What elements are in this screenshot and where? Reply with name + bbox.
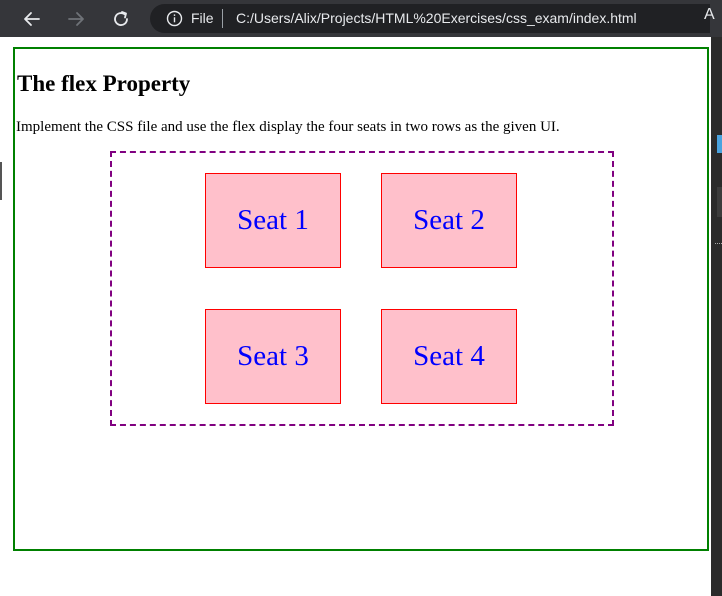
right-window-edge xyxy=(711,37,722,596)
seat-1: Seat 1 xyxy=(205,173,341,268)
info-icon[interactable] xyxy=(166,10,183,27)
edge-blip xyxy=(717,187,722,217)
url-text[interactable]: C:/Users/Alix/Projects/HTML%20Exercises/… xyxy=(236,10,637,26)
address-separator xyxy=(222,9,223,28)
edge-mark xyxy=(0,162,2,200)
seat-2: Seat 2 xyxy=(381,173,517,268)
seat-4: Seat 4 xyxy=(381,309,517,404)
back-icon xyxy=(24,12,40,26)
reader-mode-icon[interactable]: A xyxy=(704,6,722,30)
forward-button[interactable] xyxy=(61,4,91,34)
seat-3: Seat 3 xyxy=(205,309,341,404)
left-window-edge xyxy=(0,37,5,596)
file-scheme-label: File xyxy=(191,10,214,26)
edge-blip xyxy=(717,135,722,153)
page-title: The flex Property xyxy=(17,71,191,96)
reload-button[interactable] xyxy=(106,4,136,34)
browser-toolbar: File C:/Users/Alix/Projects/HTML%20Exerc… xyxy=(0,0,722,37)
reload-icon xyxy=(114,11,128,26)
seat-container: Seat 1 Seat 2 Seat 3 Seat 4 xyxy=(110,151,614,426)
edge-blip xyxy=(715,243,722,247)
back-button[interactable] xyxy=(17,4,47,34)
forward-icon xyxy=(68,12,84,26)
page-frame: The flex Property Implement the CSS file… xyxy=(13,47,709,551)
instruction-text: Implement the CSS file and use the flex … xyxy=(16,119,560,135)
